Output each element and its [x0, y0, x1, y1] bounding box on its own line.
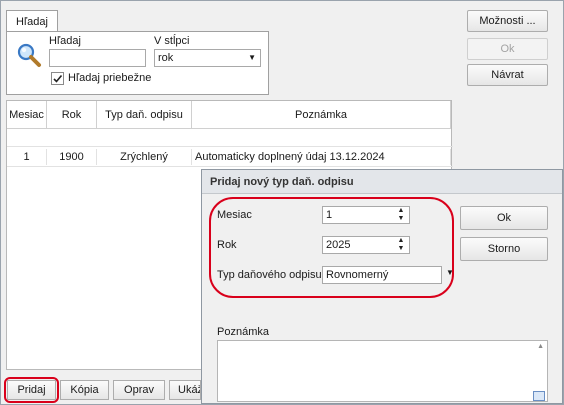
highlight-dialog-fields — [209, 197, 454, 298]
options-button[interactable]: Možnosti ... — [467, 10, 548, 32]
edit-button-label: Oprav — [124, 384, 154, 396]
note-textarea[interactable]: ▲ — [217, 340, 548, 402]
edit-button[interactable]: Oprav — [113, 380, 165, 400]
cell-month: 1 — [7, 149, 47, 165]
filter-row-separator — [7, 146, 453, 147]
highlight-add-button — [4, 377, 59, 403]
ok-button-label: Ok — [500, 43, 515, 55]
search-field-label: Hľadaj — [49, 35, 81, 47]
column-header-year[interactable]: Rok — [47, 101, 97, 129]
row-separator — [7, 166, 453, 167]
options-button-label: Možnosti ... — [479, 15, 536, 27]
copy-button-label: Kópia — [70, 384, 99, 396]
chevron-down-icon: ▼ — [248, 53, 256, 62]
column-header-note[interactable]: Poznámka — [192, 101, 451, 129]
show-button[interactable]: Ukáž — [169, 380, 201, 400]
continuous-search-checkbox[interactable] — [51, 72, 64, 85]
search-panel: Hľadaj V stĺpci rok ▼ Hľadaj priebežne — [6, 31, 269, 95]
tab-search-label: Hľadaj — [16, 16, 48, 28]
note-label: Poznámka — [217, 326, 269, 338]
checkmark-icon — [53, 74, 63, 83]
column-header-month[interactable]: Mesiac — [7, 101, 47, 129]
search-icon — [16, 42, 42, 68]
main-window: Hľadaj Hľadaj V stĺpci rok ▼ Hľadaj prie… — [0, 0, 564, 405]
ok-button[interactable]: Ok — [467, 38, 548, 60]
dialog-ok-button[interactable]: Ok — [460, 206, 548, 230]
cell-note: Automaticky doplnený údaj 13.12.2024 — [192, 149, 451, 165]
dialog-cancel-button[interactable]: Storno — [460, 237, 548, 261]
show-button-label: Ukáž — [178, 384, 201, 396]
cell-year: 1900 — [47, 149, 97, 165]
column-header-type[interactable]: Typ daň. odpisu — [97, 101, 192, 129]
add-type-dialog: Pridaj nový typ daň. odpisu Mesiac 1 ▲ ▼… — [201, 169, 563, 404]
continuous-search-label: Hľadaj priebežne — [68, 72, 152, 84]
edit-icon[interactable] — [533, 391, 545, 401]
tab-search[interactable]: Hľadaj — [6, 10, 58, 32]
column-label: V stĺpci — [154, 35, 190, 47]
column-select-value: rok — [158, 52, 174, 64]
dialog-title: Pridaj nový typ daň. odpisu — [202, 170, 562, 194]
back-button[interactable]: Návrat — [467, 64, 548, 86]
search-input[interactable] — [49, 49, 146, 67]
dialog-ok-label: Ok — [496, 212, 512, 224]
column-select[interactable]: rok ▼ — [154, 49, 261, 67]
dialog-cancel-label: Storno — [487, 243, 521, 255]
copy-button[interactable]: Kópia — [60, 380, 109, 400]
back-button-label: Návrat — [491, 69, 524, 81]
table-row[interactable]: 1 1900 Zrýchlený Automaticky doplnený úd… — [7, 149, 451, 165]
cell-type: Zrýchlený — [97, 149, 192, 165]
scroll-up-icon[interactable]: ▲ — [537, 343, 544, 350]
